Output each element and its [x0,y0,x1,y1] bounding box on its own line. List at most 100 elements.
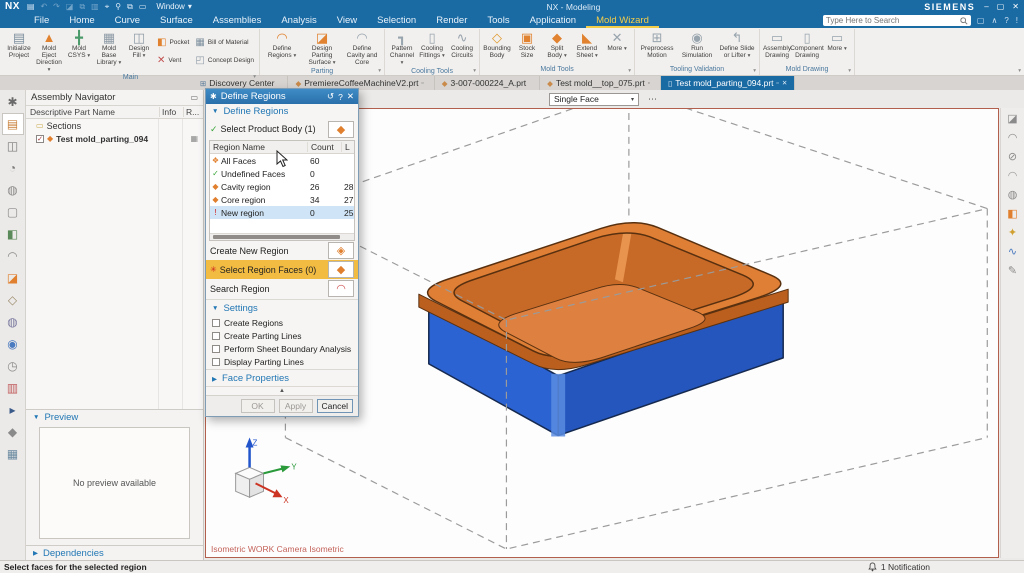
close-tab-icon[interactable]: ✕ [782,79,787,87]
touch-mode-icon[interactable]: ⌖ [105,2,110,12]
region-table-row[interactable]: ! New region 0 25 [210,206,354,219]
reset-icon[interactable]: ↺ [327,91,334,102]
run-simulation-button[interactable]: ◉ Run Simulation [677,29,717,64]
group-launcher-icon[interactable]: ▾ [848,68,851,74]
define-cavity-and-core-button[interactable]: ◠ Define Cavity and Core [342,29,382,67]
undo-icon[interactable]: ↶ [40,2,47,11]
mold-csys-button[interactable]: ╋ Mold CSYS ▾ [64,29,94,74]
hide-parting-icon[interactable]: ⊘ [1008,150,1017,165]
menu-home[interactable]: Home [59,13,104,28]
group-launcher-icon[interactable]: ▾ [473,68,476,74]
copy-icon[interactable]: ⧉ [79,2,85,12]
stock-size-button[interactable]: ▣ Stock Size [512,29,542,64]
notification-area[interactable]: 1 Notification [868,562,930,572]
menu-tools[interactable]: Tools [477,13,519,28]
parting-surface-icon[interactable]: ◪ [1007,112,1017,127]
curve-icon[interactable]: ∿ [1008,245,1017,260]
settings-checkbox-row[interactable]: Perform Sheet Boundary Analysis [206,342,358,355]
command-search[interactable] [822,15,971,26]
product-body-icon[interactable]: ◍ [1008,188,1018,203]
preview-section-header[interactable]: ▼ Preview [26,409,203,424]
component-drawing-button[interactable]: ▯ Component Drawing [790,29,824,64]
checkbox[interactable] [212,357,220,366]
region-icon[interactable]: ◪ [2,267,24,289]
pocket-button[interactable]: ◧ Pocket [155,36,191,49]
mold-base-library-button[interactable]: ▦ Mold Base Library ▾ [94,29,124,74]
parting-navigator-icon[interactable]: ◠ [2,245,24,267]
minimize-button[interactable]: – [984,2,988,11]
tab-3-007-000224[interactable]: ◆ 3-007-000224_A.prt [435,76,541,90]
checkbox[interactable] [212,318,220,327]
dialog-collapse-button[interactable]: ▲ [206,386,358,395]
fullscreen-icon[interactable]: ▢ [977,16,985,25]
selection-scope-dropdown[interactable]: Single Face ▾ [549,92,639,106]
web-browser-icon[interactable]: ◉ [2,333,24,355]
preprocess-motion-button[interactable]: ⊞ Preprocess Motion [637,29,677,64]
select-region-faces-row[interactable]: ✳ Select Region Faces (0) ◆ [206,260,358,279]
assembly-drawing-button[interactable]: ▭ Assembly Drawing [762,29,792,64]
group-launcher-icon[interactable]: ▾ [378,68,381,74]
product-body-button[interactable]: ◆ [328,120,354,138]
pin-icon[interactable]: ▫ [648,80,650,87]
region-table-row[interactable]: ◆ Core region 34 27 [210,193,354,206]
settings-checkbox-row[interactable]: Display Parting Lines [206,355,358,368]
menu-file[interactable]: File [24,13,59,28]
settings-checkbox-row[interactable]: Create Regions [206,316,358,329]
search-region-row[interactable]: Search Region ◠ [206,279,358,298]
selection-arrow-icon[interactable]: ▸ [2,399,24,421]
dialog-title-bar[interactable]: ✱ Define Regions ↺ ? ✕ [206,89,358,104]
settings-section-header[interactable]: ▼ Settings [206,301,358,316]
cooling-circuits-button[interactable]: ∿ Cooling Circuits [447,29,477,67]
menu-assemblies[interactable]: Assemblies [203,13,272,28]
parting-lines-icon[interactable]: ◠ [1008,169,1018,184]
close-icon[interactable]: ✕ [347,91,354,102]
menu-selection[interactable]: Selection [367,13,426,28]
cooling-fittings-button[interactable]: ▯ Cooling Fittings ▾ [417,29,447,67]
design-fill-button[interactable]: ◫ Design Fill ▾ [124,29,154,74]
search-region-button[interactable]: ◠ [328,280,354,297]
redo-icon[interactable]: ↷ [53,2,60,11]
menu-curve[interactable]: Curve [105,13,150,28]
part-navigator-icon[interactable]: ◔ [2,157,24,179]
tab-test-mold-top[interactable]: ◆ Test mold__top_075.prt ▫ [540,76,662,90]
notifications-bell-icon[interactable]: ◍ [2,179,24,201]
paste-icon[interactable]: ▥ [91,2,99,11]
initialize-project-button[interactable]: ▤ Initialize Project [4,29,34,74]
mold-eject-direction-button[interactable]: ▲ Mold Eject Direction ▾ [34,29,64,74]
create-region-button[interactable]: ◈ [328,242,354,259]
window-layout-icon[interactable]: ▦ [2,443,24,465]
select-faces-button[interactable]: ◆ [328,261,354,278]
dialog-options-icon[interactable]: ✱ [210,92,217,101]
bounding-body-button[interactable]: ◇ Bounding Body [482,29,512,64]
maximize-button[interactable]: ▢ [997,2,1005,11]
apply-button[interactable]: Apply [278,399,313,413]
tree-row-part[interactable]: ✓ ◆ Test mold_parting_094 ▦ [26,132,203,145]
menu-render[interactable]: Render [426,13,477,28]
cancel-button[interactable]: Cancel [316,399,353,413]
checkbox[interactable] [212,344,220,353]
more-options-button[interactable]: ⋯ [648,94,658,105]
design-parting-surface-button[interactable]: ◪ Design Parting Surface ▾ [302,29,342,67]
more-mold-drawing-button[interactable]: ▭ More ▾ [822,29,852,64]
microphone-icon[interactable]: ⚲ [115,2,121,11]
minimize-ribbon-icon[interactable]: ∧ [991,16,997,25]
help-icon[interactable]: ? [1004,16,1008,25]
constraint-navigator-icon[interactable]: ◫ [2,135,24,157]
pin-icon[interactable]: ▫ [777,80,779,87]
region-table-row[interactable]: ◆ Cavity region 26 28 [210,180,354,193]
menu-mold-wizard[interactable]: Mold Wizard [586,13,659,28]
create-new-region-row[interactable]: Create New Region ◈ [206,241,358,260]
ok-button[interactable]: OK [240,399,275,413]
region-table-row[interactable]: ✓ Undefined Faces 0 [210,167,354,180]
pattern-channel-button[interactable]: ┓ Pattern Channel ▾ [387,29,417,67]
visibility-checkbox[interactable]: ✓ [36,134,44,143]
reuse-library-icon[interactable]: ◍ [2,311,24,333]
select-product-body-row[interactable]: ✓ Select Product Body (1) ◆ [206,119,358,139]
table-hscrollbar[interactable] [210,233,354,240]
window-icon[interactable]: ▭ [139,2,147,11]
search-input[interactable] [825,16,960,25]
history-icon[interactable]: ◷ [2,355,24,377]
panel-window-icon[interactable]: ▭ [190,93,198,102]
alert-icon[interactable]: ! [1016,16,1018,25]
group-launcher-icon[interactable]: ▾ [753,68,756,74]
